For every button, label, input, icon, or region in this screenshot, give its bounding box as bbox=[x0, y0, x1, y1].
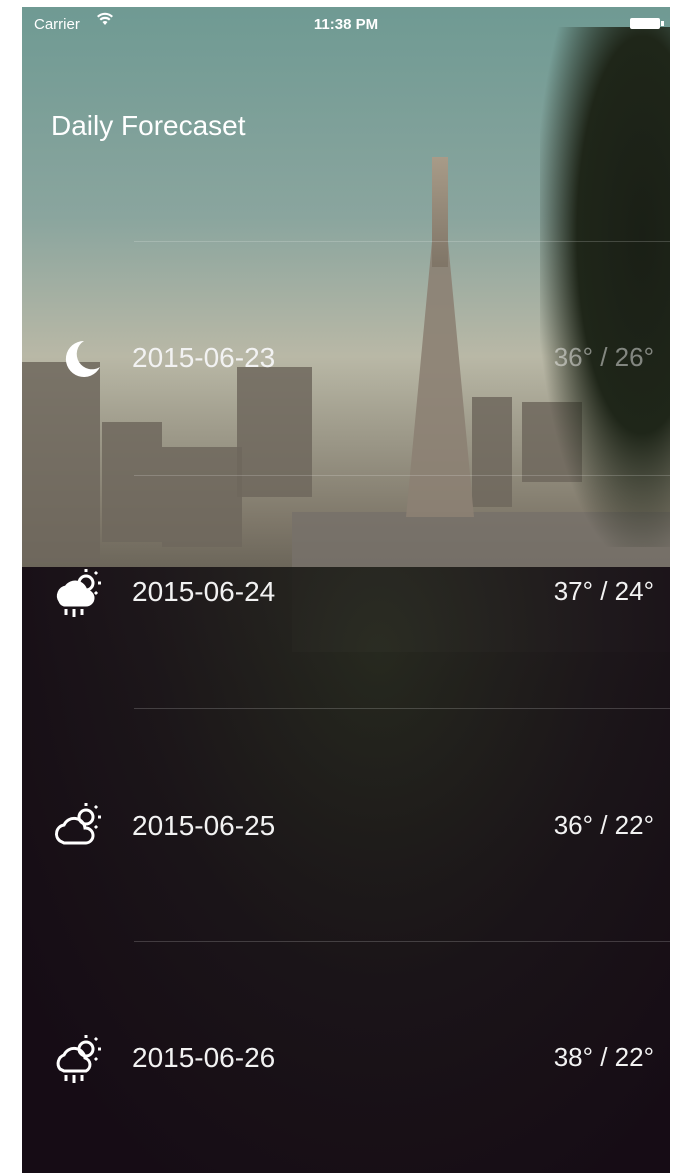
status-bar: Carrier 11:38 PM bbox=[22, 7, 670, 43]
divider bbox=[134, 475, 670, 476]
trees bbox=[540, 27, 670, 547]
tower-spire bbox=[432, 157, 448, 267]
status-time: 11:38 PM bbox=[313, 16, 379, 33]
forecast-date: 2015-06-23 bbox=[132, 342, 276, 373]
battery-icon bbox=[630, 18, 664, 29]
forecast-date: 2015-06-24 bbox=[132, 576, 276, 607]
forecast-temp: 37° / 24° bbox=[553, 576, 654, 606]
forecast-temp: 36° / 26° bbox=[553, 342, 654, 372]
divider bbox=[134, 241, 670, 242]
forecast-row[interactable]: 2015-06-24 37° / 24° bbox=[22, 533, 670, 653]
divider bbox=[134, 708, 670, 709]
moon-icon bbox=[48, 329, 108, 389]
sun-cloud-icon bbox=[48, 797, 108, 857]
sun-cloud-rain-icon bbox=[48, 563, 108, 623]
building bbox=[162, 447, 242, 547]
sun-cloud-rain-icon bbox=[48, 1029, 108, 1089]
forecast-temp: 38° / 22° bbox=[553, 1042, 654, 1072]
forecast-row[interactable]: 2015-06-23 36° / 26° bbox=[22, 299, 670, 419]
forecast-date: 2015-06-25 bbox=[132, 810, 276, 841]
building bbox=[102, 422, 162, 542]
forecast-date: 2015-06-26 bbox=[132, 1042, 276, 1073]
page-title: Daily Forecaset bbox=[51, 110, 246, 141]
divider bbox=[134, 941, 670, 942]
forecast-row[interactable]: 2015-06-26 38° / 22° bbox=[22, 999, 670, 1119]
app-screen: Carrier 11:38 PM Daily Forecaset 2015-06… bbox=[22, 7, 670, 1173]
forecast-row[interactable]: 2015-06-25 36° / 22° bbox=[22, 767, 670, 887]
forecast-temp: 36° / 22° bbox=[553, 810, 654, 840]
